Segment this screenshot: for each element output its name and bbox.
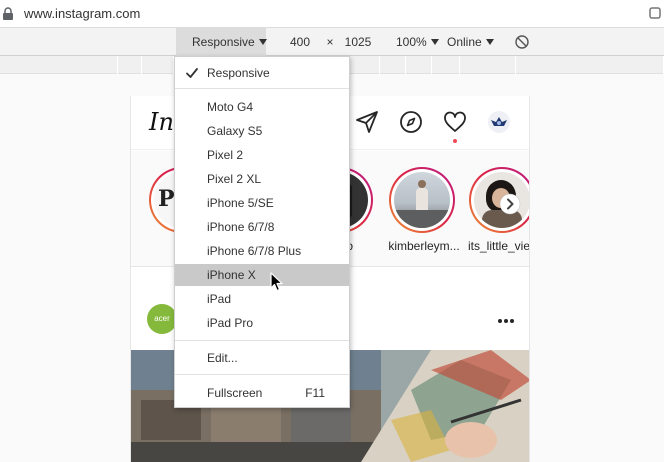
compass-icon[interactable] [399,110,423,134]
menu-separator [175,340,349,341]
mouse-cursor-icon [270,272,283,292]
rotate-icon[interactable] [514,34,530,50]
url-text[interactable]: www.instagram.com [24,6,140,21]
ruler-segment[interactable] [0,56,118,74]
dimension-separator: × [326,35,334,49]
menu-item-pixel-2[interactable]: Pixel 2 [175,144,349,166]
network-throttle-select[interactable]: Online [447,28,501,56]
menu-item-edit[interactable]: Edit... [175,347,349,369]
lock-icon [3,7,13,20]
menu-item-ipad[interactable]: iPad [175,288,349,310]
menu-item-iphone-x[interactable]: iPhone X [175,264,349,286]
profile-avatar-icon[interactable] [487,110,511,134]
menu-item-iphone-6-7-8-plus[interactable]: iPhone 6/7/8 Plus [175,240,349,262]
zoom-label: 100% [396,35,427,49]
ruler-segment[interactable] [350,56,380,74]
story-ring [389,167,455,233]
ruler-segment[interactable] [406,56,432,74]
ruler-segment[interactable] [118,56,142,74]
menu-item-iphone-6-7-8[interactable]: iPhone 6/7/8 [175,216,349,238]
menu-item-responsive[interactable]: Responsive [175,62,349,84]
dropdown-arrow-icon [430,39,439,45]
story-username: kimberleym... [388,239,460,253]
instagram-logo[interactable]: In [149,108,174,136]
ruler-segment[interactable] [380,56,406,74]
zoom-select[interactable]: 100% [396,28,440,56]
heart-icon[interactable] [443,110,467,134]
device-select[interactable]: Responsive [176,28,267,56]
menu-separator [175,374,349,375]
story-item[interactable]: kimberleym... [388,167,460,253]
menu-item-label: Fullscreen [207,386,263,400]
notification-dot [453,139,457,143]
device-toolbar: Responsive 400 × 1025 100% Online [0,28,664,56]
menu-item-galaxy-s5[interactable]: Galaxy S5 [175,120,349,142]
dropdown-arrow-icon [258,39,267,45]
chevron-right-icon[interactable] [499,193,521,215]
ruler-segment[interactable] [516,56,664,74]
dropdown-arrow-icon [485,39,494,45]
browser-window: www.instagram.com Responsive 400 × 1025 … [0,0,664,462]
menu-item-iphone-5-se[interactable]: iPhone 5/SE [175,192,349,214]
device-select-label: Responsive [192,35,255,49]
check-icon [186,68,198,78]
height-input[interactable]: 1025 [338,28,378,56]
network-label: Online [447,35,482,49]
post-author-avatar[interactable]: acer [147,304,177,334]
ruler-segment[interactable] [432,56,460,74]
menu-separator [175,88,349,89]
fullscreen-shortcut: F11 [305,386,325,400]
send-icon[interactable] [355,110,379,134]
menu-item-label: Responsive [207,66,270,80]
menu-item-moto-g4[interactable]: Moto G4 [175,96,349,118]
width-input[interactable]: 400 [280,28,320,56]
ruler-segment[interactable] [142,56,174,74]
ruler-segment[interactable] [460,56,516,74]
menu-item-ipad-pro[interactable]: iPad Pro [175,312,349,334]
story-avatar [394,172,450,228]
device-dropdown-menu: Responsive Moto G4 Galaxy S5 Pixel 2 Pix… [174,56,350,408]
menu-item-pixel-2-xl[interactable]: Pixel 2 XL [175,168,349,190]
story-username: its_little_vie... [467,239,530,253]
menu-item-fullscreen[interactable]: Fullscreen F11 [175,382,349,404]
more-icon[interactable] [497,318,515,324]
address-bar: www.instagram.com [0,0,664,28]
extension-icon[interactable] [646,4,664,22]
